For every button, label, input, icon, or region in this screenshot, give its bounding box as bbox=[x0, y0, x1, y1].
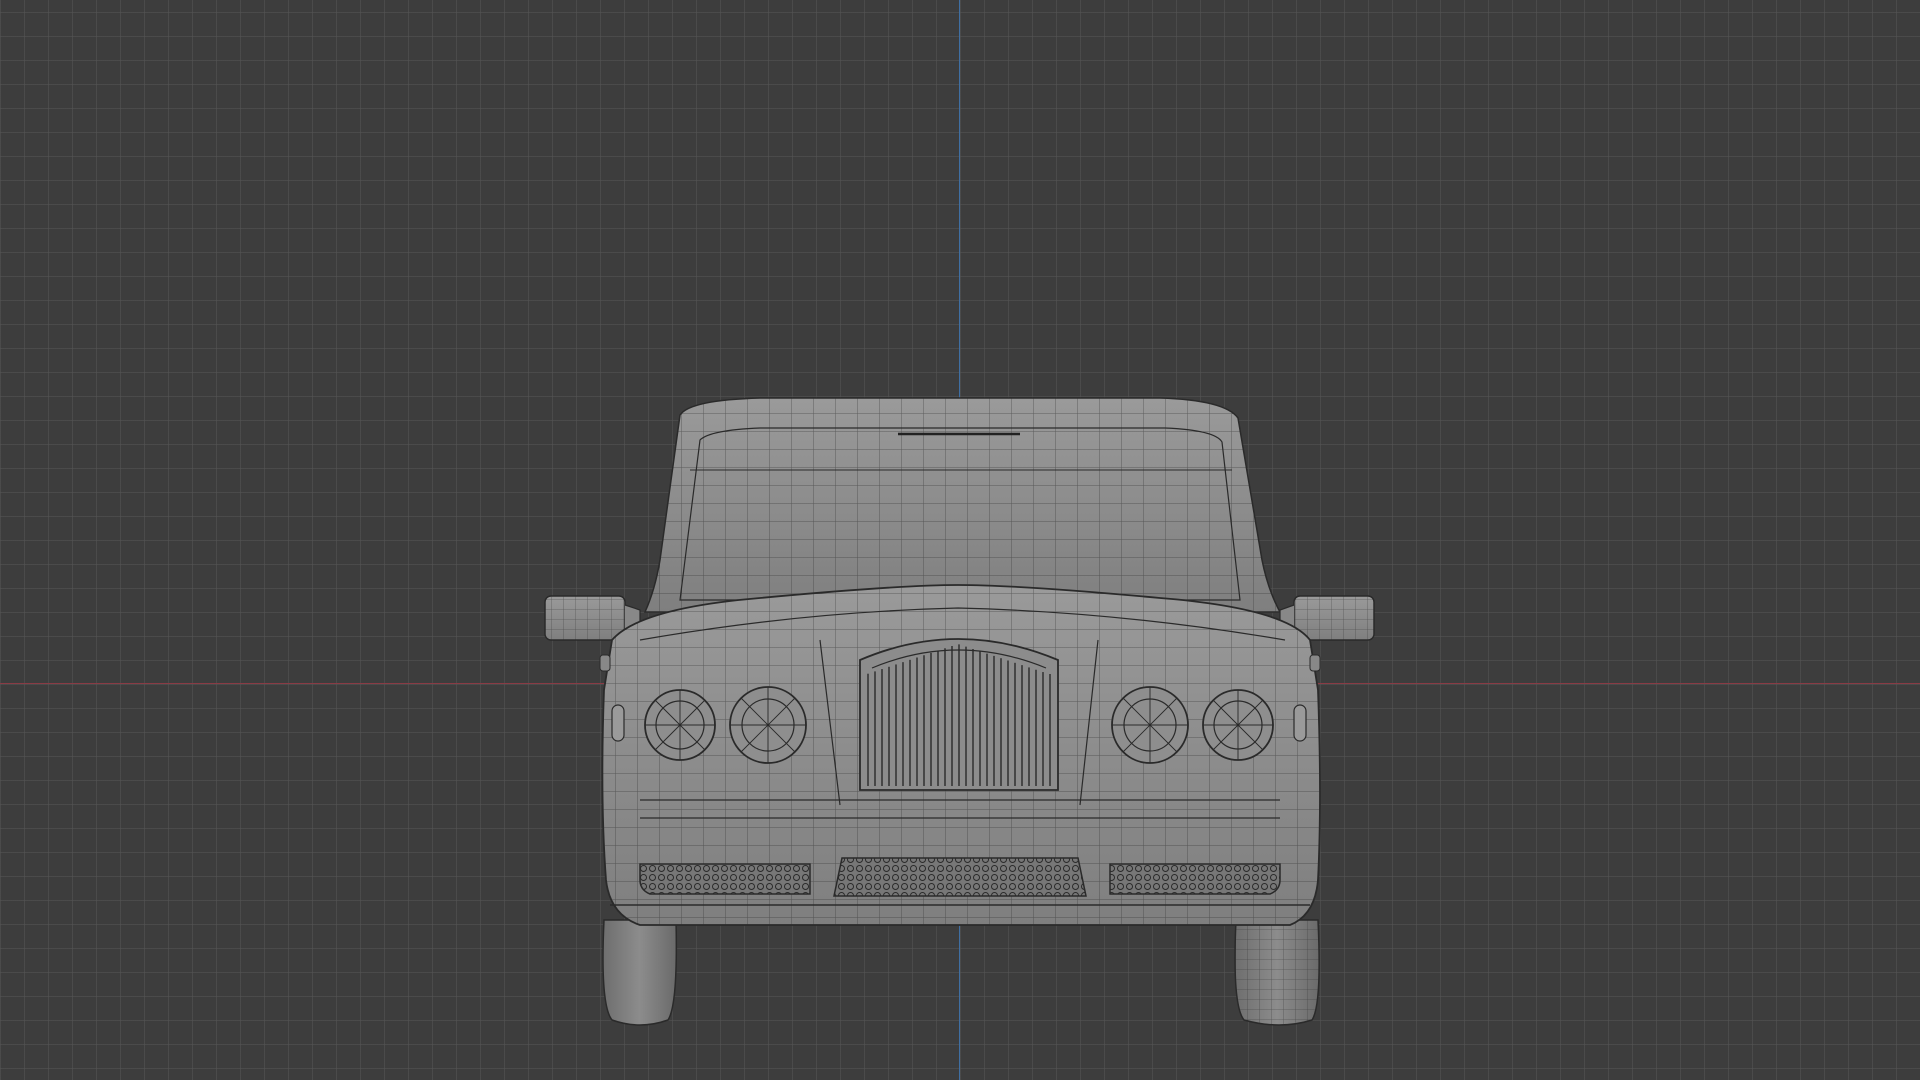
headlamp-left-outer bbox=[644, 689, 716, 761]
bumper-vent-right bbox=[1109, 863, 1281, 895]
3d-viewport[interactable] bbox=[0, 0, 1920, 1080]
bumper-vent-left bbox=[639, 863, 811, 895]
headlamp-left-inner bbox=[729, 686, 807, 764]
tire-right bbox=[1234, 919, 1320, 1026]
radiator-grille bbox=[859, 638, 1059, 791]
headlamp-right-outer bbox=[1202, 689, 1274, 761]
headlamp-right-inner bbox=[1111, 686, 1189, 764]
car-model[interactable] bbox=[0, 0, 1920, 1080]
tire-left bbox=[602, 919, 678, 1026]
cabin bbox=[643, 397, 1282, 613]
bumper-vent-center bbox=[833, 857, 1087, 897]
